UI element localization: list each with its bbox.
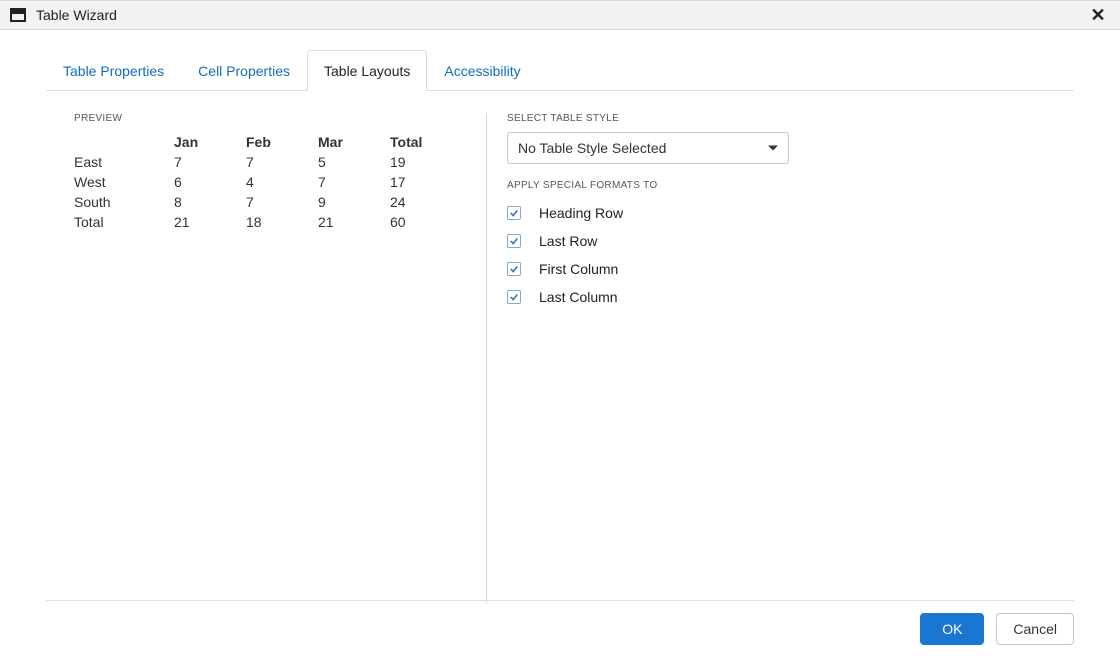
cell: 60 (390, 212, 480, 232)
cell: 17 (390, 172, 480, 192)
formats-list: Heading Row Last Row First Column (507, 199, 1074, 311)
select-style-label: SELECT TABLE STYLE (507, 113, 1074, 124)
cell: 6 (174, 172, 246, 192)
tab-cell-properties[interactable]: Cell Properties (181, 50, 307, 91)
preview-table: Jan Feb Mar Total East 7 7 5 19 West 6 4… (74, 132, 480, 232)
chevron-down-icon (768, 146, 778, 151)
checkbox-last-row[interactable] (507, 234, 521, 248)
cell: 9 (318, 192, 390, 212)
tab-accessibility[interactable]: Accessibility (427, 50, 537, 91)
check-icon (509, 264, 519, 274)
table-wizard-window: Table Wizard ✕ Table Properties Cell Pro… (0, 0, 1120, 659)
col-header: Mar (318, 132, 390, 152)
style-column: SELECT TABLE STYLE No Table Style Select… (507, 113, 1074, 601)
format-row-last-column: Last Column (507, 283, 1074, 311)
cancel-button[interactable]: Cancel (996, 613, 1074, 645)
col-header: Total (390, 132, 480, 152)
footer: OK Cancel (46, 600, 1074, 645)
cell: 7 (174, 152, 246, 172)
table-style-dropdown[interactable]: No Table Style Selected (507, 132, 789, 164)
cell: 5 (318, 152, 390, 172)
cell: 8 (174, 192, 246, 212)
row-label: Total (74, 212, 174, 232)
cell: 21 (174, 212, 246, 232)
close-icon[interactable]: ✕ (1086, 3, 1110, 27)
checkbox-first-column[interactable] (507, 262, 521, 276)
preview-label: PREVIEW (74, 113, 466, 124)
content-area: PREVIEW Jan Feb Mar Total East 7 7 5 19 (46, 91, 1074, 601)
row-label: South (74, 192, 174, 212)
row-label: East (74, 152, 174, 172)
check-icon (509, 236, 519, 246)
preview-column: PREVIEW Jan Feb Mar Total East 7 7 5 19 (46, 113, 466, 601)
checkbox-label: First Column (539, 261, 618, 277)
cell: 7 (246, 152, 318, 172)
cell: 18 (246, 212, 318, 232)
check-icon (509, 208, 519, 218)
checkbox-label: Heading Row (539, 205, 623, 221)
checkbox-label: Last Column (539, 289, 618, 305)
table-row: South 8 7 9 24 (74, 192, 480, 212)
format-row-heading-row: Heading Row (507, 199, 1074, 227)
checkbox-heading-row[interactable] (507, 206, 521, 220)
format-row-last-row: Last Row (507, 227, 1074, 255)
window-icon (10, 8, 26, 22)
cell: 21 (318, 212, 390, 232)
checkbox-last-column[interactable] (507, 290, 521, 304)
window-title: Table Wizard (36, 7, 117, 23)
formats-label: APPLY SPECIAL FORMATS TO (507, 180, 1074, 191)
cell: 4 (246, 172, 318, 192)
cell: 19 (390, 152, 480, 172)
table-header-row: Jan Feb Mar Total (74, 132, 480, 152)
table-row: West 6 4 7 17 (74, 172, 480, 192)
format-row-first-column: First Column (507, 255, 1074, 283)
cell: 24 (390, 192, 480, 212)
tab-table-layouts[interactable]: Table Layouts (307, 50, 427, 91)
titlebar: Table Wizard ✕ (0, 0, 1120, 30)
checkbox-label: Last Row (539, 233, 597, 249)
col-header: Feb (246, 132, 318, 152)
col-header: Jan (174, 132, 246, 152)
check-icon (509, 292, 519, 302)
ok-button[interactable]: OK (920, 613, 984, 645)
dropdown-value: No Table Style Selected (518, 140, 666, 156)
column-divider (486, 113, 487, 603)
row-label: West (74, 172, 174, 192)
tab-table-properties[interactable]: Table Properties (46, 50, 181, 91)
table-row: East 7 7 5 19 (74, 152, 480, 172)
tabstrip: Table Properties Cell Properties Table L… (46, 50, 1074, 91)
cell: 7 (318, 172, 390, 192)
cell: 7 (246, 192, 318, 212)
table-row: Total 21 18 21 60 (74, 212, 480, 232)
